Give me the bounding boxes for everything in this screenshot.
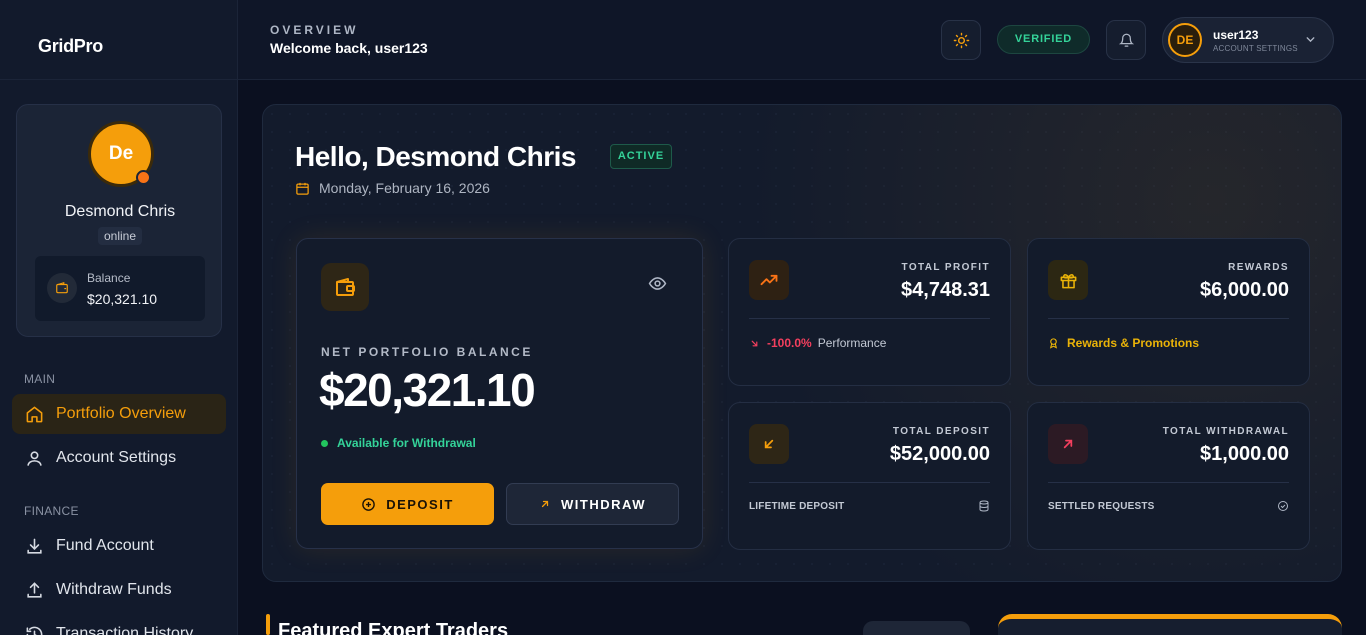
nav-item-label: Transaction History bbox=[56, 625, 194, 635]
nav-item-label: Account Settings bbox=[56, 449, 177, 466]
download-icon bbox=[24, 536, 44, 556]
stat-label: REWARDS bbox=[1228, 262, 1289, 273]
rewards-card: REWARDS $6,000.00 Rewards & Promotions bbox=[1027, 238, 1310, 386]
stat-value: $6,000.00 bbox=[1200, 279, 1289, 301]
rewards-link-label: Rewards & Promotions bbox=[1067, 336, 1200, 350]
stat-label: TOTAL WITHDRAWAL bbox=[1162, 426, 1289, 437]
arrow-down-right-icon bbox=[749, 338, 760, 349]
featured-traders-title: Featured Expert Traders bbox=[278, 620, 509, 635]
net-balance-label: NET PORTFOLIO BALANCE bbox=[321, 345, 533, 359]
current-date: Monday, February 16, 2026 bbox=[319, 180, 490, 196]
status-dot bbox=[321, 439, 328, 447]
stat-value: $1,000.00 bbox=[1200, 443, 1289, 465]
withdraw-label: WITHDRAW bbox=[561, 496, 646, 512]
wallet-icon bbox=[47, 273, 77, 303]
chevron-down-icon bbox=[1304, 33, 1317, 51]
gift-icon bbox=[1048, 260, 1088, 300]
nav-item-label: Withdraw Funds bbox=[56, 581, 172, 598]
calendar-icon bbox=[295, 181, 310, 196]
arrow-up-right-icon bbox=[539, 498, 551, 510]
performance-row: -100.0% Performance bbox=[749, 336, 886, 350]
profile-status: online bbox=[98, 227, 142, 245]
net-balance-card: NET PORTFOLIO BALANCE $20,321.10 Availab… bbox=[296, 238, 703, 549]
stat-footnote: SETTLED REQUESTS bbox=[1048, 501, 1155, 512]
verified-badge: VERIFIED bbox=[997, 25, 1090, 54]
total-deposit-card: TOTAL DEPOSIT $52,000.00 LIFETIME DEPOSI… bbox=[728, 402, 1011, 550]
nav-item-label: Fund Account bbox=[56, 537, 154, 554]
arrow-down-left-icon bbox=[749, 424, 789, 464]
divider bbox=[0, 79, 238, 80]
user-name: user123 bbox=[1213, 28, 1259, 42]
stat-label: TOTAL PROFIT bbox=[901, 262, 990, 273]
deposit-label: DEPOSIT bbox=[386, 496, 454, 512]
wallet-icon bbox=[321, 263, 369, 311]
stat-footnote: LIFETIME DEPOSIT bbox=[749, 501, 845, 512]
stat-label: TOTAL DEPOSIT bbox=[892, 426, 990, 437]
divider bbox=[1048, 318, 1289, 319]
filter-button[interactable] bbox=[863, 621, 970, 635]
database-icon bbox=[978, 499, 990, 517]
sidebar: GridPro De Desmond Chris online Balance … bbox=[0, 0, 238, 635]
balance-value: $20,321.10 bbox=[87, 291, 158, 307]
home-icon bbox=[24, 404, 44, 424]
status-dot bbox=[136, 170, 151, 185]
top-header: OVERVIEW Welcome back, user123 VERIFIED … bbox=[238, 0, 1366, 80]
section-label-main: MAIN bbox=[24, 372, 56, 386]
deposit-button[interactable]: DEPOSIT bbox=[321, 483, 494, 525]
nav-item-withdraw-funds[interactable]: Withdraw Funds bbox=[12, 570, 226, 610]
nav-item-portfolio-overview[interactable]: Portfolio Overview bbox=[12, 394, 226, 434]
theme-toggle-button[interactable] bbox=[941, 20, 981, 60]
promo-card bbox=[998, 614, 1342, 635]
user-subtitle: ACCOUNT SETTINGS bbox=[1213, 44, 1298, 53]
nav-item-transaction-history[interactable]: Transaction History bbox=[12, 614, 226, 635]
stat-value: $4,748.31 bbox=[901, 279, 990, 301]
notifications-button[interactable] bbox=[1106, 20, 1146, 60]
section-label-finance: FINANCE bbox=[24, 504, 79, 518]
account-status-badge: ACTIVE bbox=[610, 144, 672, 169]
total-profit-card: TOTAL PROFIT $4,748.31 -100.0% Performan… bbox=[728, 238, 1011, 386]
section-accent-bar bbox=[266, 614, 270, 635]
performance-change: -100.0% bbox=[767, 336, 812, 350]
divider bbox=[749, 482, 990, 483]
avatar: DE bbox=[1168, 23, 1202, 57]
nav-item-label: Portfolio Overview bbox=[56, 405, 186, 422]
arrow-up-right-icon bbox=[1048, 424, 1088, 464]
user-menu-button[interactable]: DE user123 ACCOUNT SETTINGS bbox=[1162, 17, 1334, 63]
nav-item-fund-account[interactable]: Fund Account bbox=[12, 526, 226, 566]
divider bbox=[1048, 482, 1289, 483]
stat-value: $52,000.00 bbox=[889, 443, 990, 465]
net-balance-value: $20,321.10 bbox=[319, 364, 536, 416]
profile-name: Desmond Chris bbox=[64, 203, 176, 220]
page-kicker: OVERVIEW bbox=[270, 23, 359, 37]
award-icon bbox=[1048, 337, 1059, 349]
profile-card: De Desmond Chris online Balance $20,321.… bbox=[16, 104, 222, 337]
welcome-text: Welcome back, user123 bbox=[270, 40, 428, 56]
divider bbox=[749, 318, 990, 319]
history-icon bbox=[24, 624, 44, 635]
check-circle-icon bbox=[1277, 499, 1289, 517]
bell-icon bbox=[1118, 33, 1134, 48]
balance-summary: Balance $20,321.10 bbox=[35, 256, 205, 321]
overview-panel: Hello, Desmond Chris ACTIVE Monday, Febr… bbox=[262, 104, 1342, 582]
withdraw-button[interactable]: WITHDRAW bbox=[506, 483, 679, 525]
nav-item-account-settings[interactable]: Account Settings bbox=[12, 438, 226, 478]
upload-icon bbox=[24, 580, 44, 600]
plus-circle-icon bbox=[361, 497, 376, 512]
performance-label: Performance bbox=[817, 336, 887, 350]
availability-status: Available for Withdrawal bbox=[321, 436, 476, 450]
eye-icon[interactable] bbox=[648, 274, 667, 298]
total-withdrawal-card: TOTAL WITHDRAWAL $1,000.00 SETTLED REQUE… bbox=[1027, 402, 1310, 550]
trending-up-icon bbox=[749, 260, 789, 300]
sun-icon bbox=[953, 32, 970, 49]
greeting-title: Hello, Desmond Chris bbox=[295, 141, 576, 172]
user-icon bbox=[24, 448, 44, 468]
availability-text: Available for Withdrawal bbox=[337, 436, 476, 450]
rewards-link[interactable]: Rewards & Promotions bbox=[1048, 336, 1199, 350]
app-logo[interactable]: GridPro bbox=[38, 36, 103, 57]
date-row: Monday, February 16, 2026 bbox=[295, 180, 490, 196]
balance-label: Balance bbox=[87, 271, 131, 285]
